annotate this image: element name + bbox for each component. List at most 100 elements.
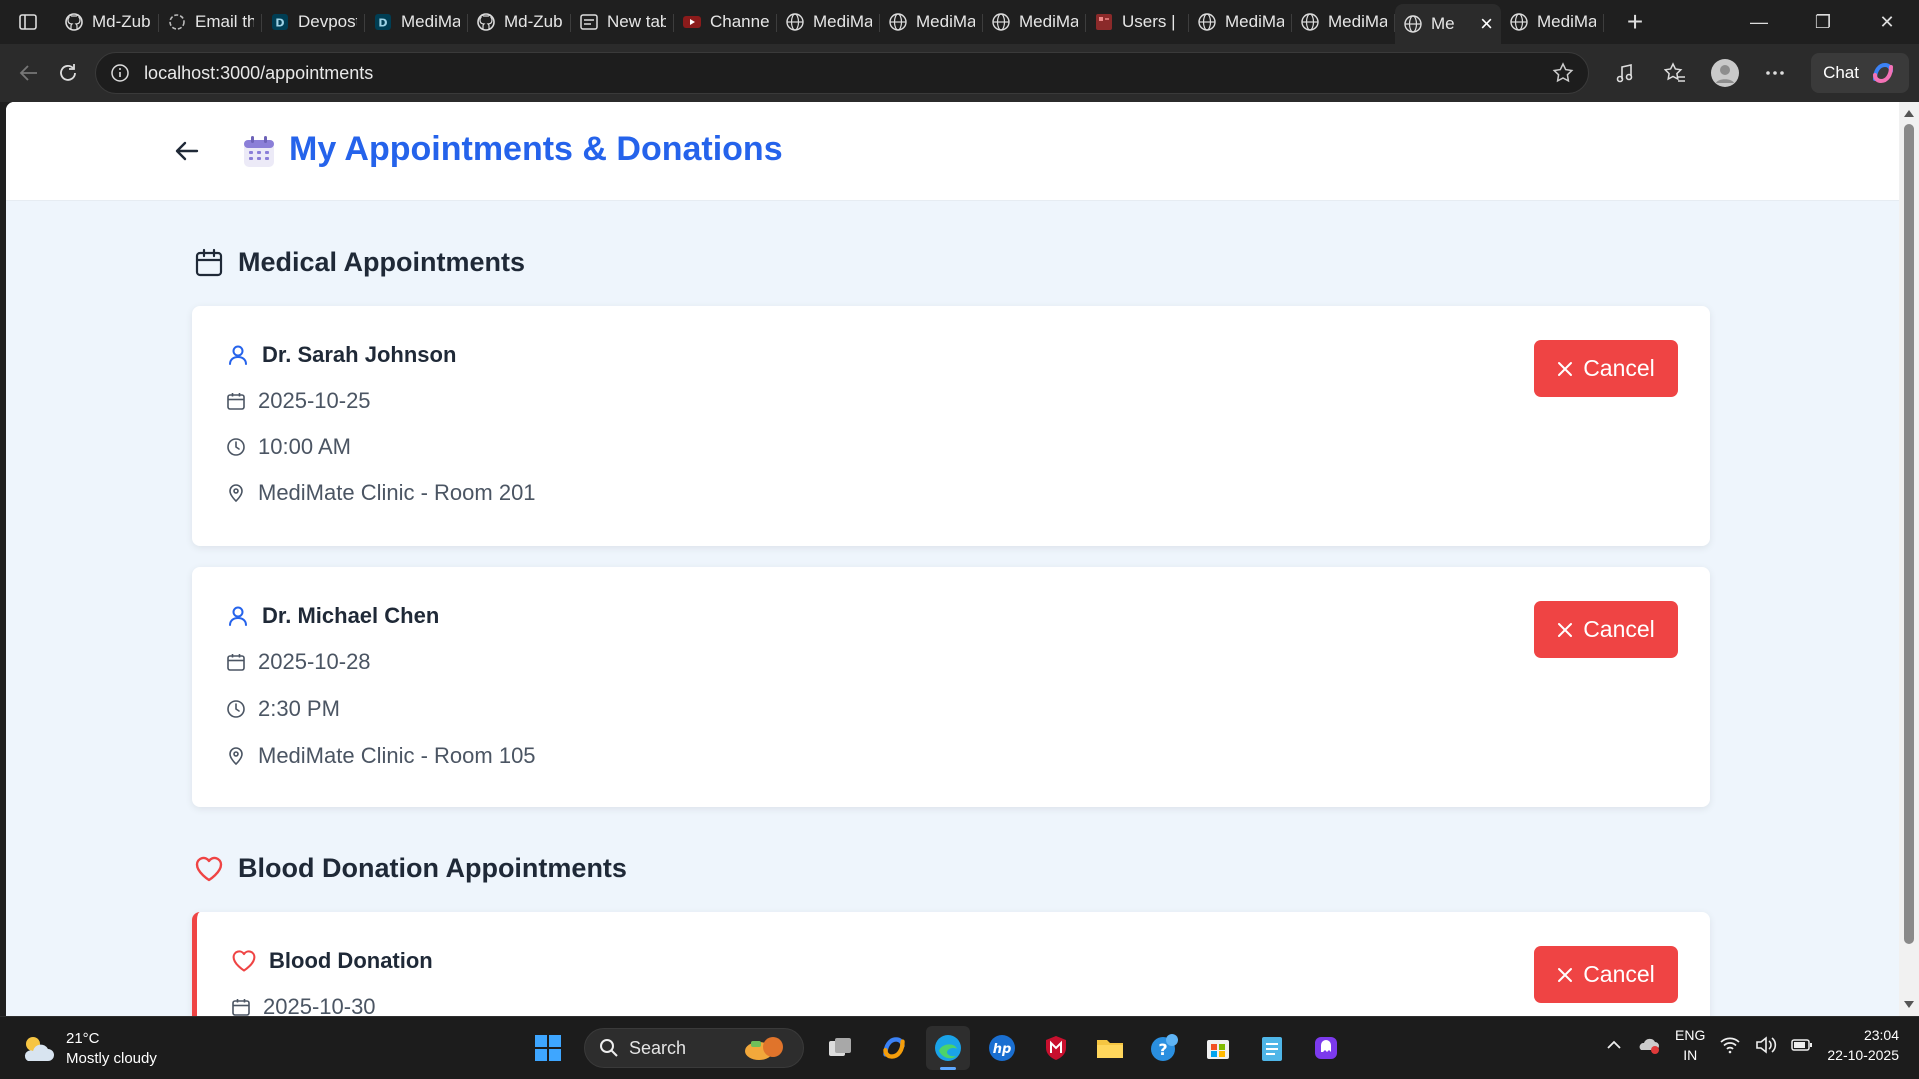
browser-tab[interactable]: MediMa — [1189, 4, 1292, 40]
tab-title: Email th — [195, 12, 254, 31]
chevron-up-icon[interactable] — [1605, 1036, 1623, 1054]
microsoft-store-icon — [1207, 1040, 1229, 1059]
edge-app-button[interactable] — [926, 1026, 970, 1070]
browser-tab[interactable]: MediMa — [983, 4, 1086, 40]
favorites-icon — [1664, 62, 1686, 82]
tab-actions-icon — [19, 14, 37, 30]
scroll-down-arrow-icon[interactable] — [1904, 1001, 1914, 1008]
tab-actions-button[interactable] — [0, 0, 56, 44]
tab-title: Me — [1431, 14, 1455, 33]
cancel-button[interactable]: Cancel — [1534, 601, 1678, 658]
svg-text:hp: hp — [993, 1042, 1012, 1057]
weather-widget[interactable]: 21°C Mostly cloudy — [20, 1029, 157, 1069]
browser-toolbar: localhost:3000/appointments Chat — [0, 44, 1919, 102]
appointment-location: MediMate Clinic - Room 105 — [258, 743, 536, 768]
new-tab-button[interactable]: + — [1613, 4, 1657, 40]
notepad-app-button[interactable] — [1250, 1026, 1294, 1070]
copilot-app-button[interactable] — [872, 1026, 916, 1070]
calendar-icon — [227, 393, 245, 410]
globe-icon — [1197, 12, 1217, 32]
browser-tab[interactable]: MediMa — [777, 4, 880, 40]
globe-icon — [1300, 12, 1320, 32]
doctor-name: Dr. Sarah Johnson — [262, 342, 457, 367]
copilot-chat-button[interactable]: Chat — [1811, 53, 1909, 93]
task-view-icon — [829, 1038, 851, 1056]
favorites-button[interactable] — [1653, 53, 1697, 93]
map-pin-icon — [229, 484, 243, 503]
globe-icon — [1403, 14, 1423, 34]
notepad-icon — [1262, 1037, 1282, 1061]
refresh-icon — [59, 64, 76, 81]
restore-button[interactable]: ❐ — [1791, 0, 1855, 44]
wifi-icon[interactable] — [1719, 1036, 1741, 1054]
toolbar-right: Chat — [1603, 53, 1909, 93]
hp-app-button[interactable]: hp — [980, 1026, 1024, 1070]
weather-condition: Mostly cloudy — [66, 1050, 157, 1067]
tab-title: MediMa — [916, 12, 975, 31]
store-app-button[interactable] — [1196, 1026, 1240, 1070]
browser-tab[interactable]: Md-Zub — [468, 4, 571, 40]
github-icon — [476, 12, 496, 32]
more-dots-icon — [1766, 71, 1784, 75]
donation-card: Blood Donation 2025-10-30 Cancel — [192, 912, 1710, 1016]
hp-logo-icon: hp — [989, 1035, 1015, 1061]
browser-tab[interactable]: New tab — [571, 4, 674, 40]
site-info-icon[interactable] — [110, 63, 130, 83]
volume-icon[interactable] — [1755, 1036, 1777, 1054]
browser-tab[interactable]: Md-Zub — [56, 4, 159, 40]
date-row: 2025-10-25 — [226, 388, 371, 414]
address-bar[interactable]: localhost:3000/appointments — [95, 52, 1590, 94]
taskbar-apps: Search hp ? — [526, 1026, 1348, 1070]
task-view-button[interactable] — [818, 1026, 862, 1070]
url-text[interactable]: localhost:3000/appointments — [144, 63, 1538, 84]
app-purple-button[interactable] — [1304, 1026, 1348, 1070]
scrollbar-thumb[interactable] — [1904, 124, 1914, 944]
browser-tab[interactable]: MediMa — [1501, 4, 1604, 40]
close-tab-icon[interactable]: × — [1480, 11, 1493, 37]
openai-icon — [167, 12, 187, 32]
page-scrollbar[interactable] — [1899, 102, 1919, 1016]
read-aloud-button[interactable] — [1603, 53, 1647, 93]
youtube-icon — [682, 12, 702, 32]
browser-tab[interactable]: D MediMa — [365, 4, 468, 40]
browser-tab[interactable]: D Devpost — [262, 4, 365, 40]
browser-tab[interactable]: Channe — [674, 4, 777, 40]
browser-tab[interactable]: Me × — [1395, 4, 1501, 44]
globe-icon — [991, 12, 1011, 32]
map-pin-icon — [229, 747, 243, 766]
windows-logo-icon — [535, 1035, 561, 1061]
mcafee-app-button[interactable] — [1034, 1026, 1078, 1070]
browser-tab[interactable]: MediMa — [1292, 4, 1395, 40]
more-options-button[interactable] — [1753, 53, 1797, 93]
windows-taskbar: 21°C Mostly cloudy Search hp ? ENG IN 23… — [0, 1016, 1919, 1079]
language-indicator[interactable]: ENG IN — [1675, 1025, 1705, 1065]
close-window-button[interactable]: ✕ — [1855, 0, 1919, 44]
appointment-time: 2:30 PM — [258, 696, 340, 721]
back-arrow-icon[interactable] — [172, 136, 202, 166]
profile-button[interactable] — [1703, 53, 1747, 93]
donation-title: Blood Donation — [269, 948, 433, 973]
browser-tabstrip: Md-Zub Email th D Devpost D MediMa Md-Zub New t… — [0, 0, 1919, 44]
onedrive-error-icon[interactable] — [1637, 1035, 1661, 1055]
clock[interactable]: 23:04 22-10-2025 — [1827, 1025, 1899, 1065]
clock-time: 23:04 — [1863, 1027, 1899, 1043]
back-button[interactable] — [10, 53, 49, 93]
support-app-button[interactable]: ? — [1142, 1026, 1186, 1070]
minimize-button[interactable]: — — [1727, 0, 1791, 44]
scroll-up-arrow-icon[interactable] — [1904, 110, 1914, 117]
cancel-button[interactable]: Cancel — [1534, 340, 1678, 397]
refresh-button[interactable] — [49, 53, 88, 93]
favorite-star-icon[interactable] — [1552, 62, 1574, 84]
taskbar-search[interactable]: Search — [584, 1028, 804, 1068]
browser-tab[interactable]: Email th — [159, 4, 262, 40]
browser-tab[interactable]: MediMa — [880, 4, 983, 40]
browser-tab[interactable]: Users | — [1086, 4, 1189, 40]
battery-icon[interactable] — [1791, 1038, 1813, 1052]
start-button[interactable] — [526, 1026, 570, 1070]
appointment-date: 2025-10-28 — [258, 649, 371, 674]
tab-title: MediMa — [1225, 12, 1284, 31]
tab-title: Md-Zub — [504, 12, 563, 31]
tab-title: MediMa — [1328, 12, 1387, 31]
file-explorer-button[interactable] — [1088, 1026, 1132, 1070]
cancel-button[interactable]: Cancel — [1534, 946, 1678, 1003]
